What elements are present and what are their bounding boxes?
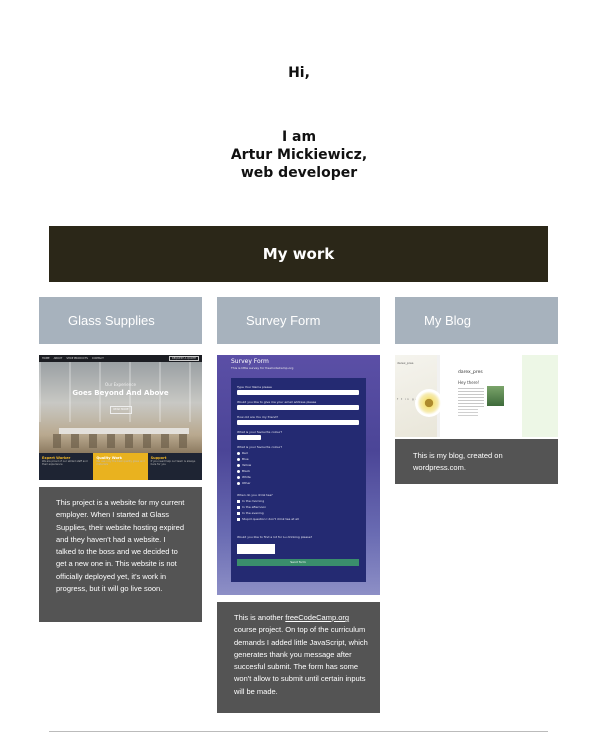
project-thumbnail-glass-supplies[interactable]: HOME ABOUT SHOP PRODUCTS CONTACT REQUEST…	[39, 355, 202, 480]
form-radio: White	[237, 475, 251, 479]
thumb-features: Expert Worker We are proud of our skilled…	[39, 453, 202, 480]
feature-text: If you need help our team is always here…	[150, 460, 196, 466]
description-text: This is another	[234, 613, 286, 622]
my-work-banner: My work	[49, 226, 548, 282]
intro-heading: I am Artur Mickiewicz, web developer	[0, 128, 598, 182]
thumb-nav-item: ABOUT	[53, 357, 63, 360]
flower-image	[415, 389, 443, 417]
thumb-nav-cta: REQUEST A QUOTE	[169, 356, 199, 361]
blog-thumb-post-title: Hey there!	[458, 380, 480, 385]
form-label: What is your favourite colour?	[237, 430, 283, 434]
project-title-my-blog[interactable]: My Blog	[395, 297, 558, 344]
intro-line-2: Artur Mickiewicz,	[230, 147, 368, 163]
project-title-glass-supplies[interactable]: Glass Supplies	[39, 297, 202, 344]
blog-post-image	[487, 386, 504, 406]
form-radio: Yellow	[237, 463, 251, 467]
form-radio: Blue	[237, 457, 249, 461]
project-description-survey-form: This is another freeCodeCamp.org course …	[217, 602, 380, 713]
thumb-hero: Our Experience Goes Beyond And Above REA…	[39, 362, 202, 453]
blog-thumb-sidebar-name: darex_pres	[397, 361, 414, 365]
project-description-my-blog: This is my blog, created on wordpress.co…	[395, 439, 558, 484]
survey-thumb-title: Survey Form	[231, 358, 269, 365]
project-thumbnail-survey-form[interactable]: Survey Form This is little survey for fr…	[217, 355, 380, 595]
intro-line-3: web developer	[240, 165, 358, 181]
intro-line-1: I am	[281, 129, 317, 145]
thumb-nav-item: CONTACT	[91, 357, 104, 360]
greeting: Hi,	[288, 65, 310, 81]
thumb-hero-button: READ MORE	[110, 406, 132, 414]
description-text: course project. On top of the curriculum…	[234, 625, 368, 696]
form-label: How old are You my friend?	[237, 415, 278, 419]
project-description-glass-supplies: This project is a website for my current…	[39, 487, 202, 622]
form-checkbox: In the evening	[237, 511, 264, 515]
form-radio: Red	[237, 451, 248, 455]
form-label: Type Your Name please	[237, 385, 272, 389]
project-thumbnail-my-blog[interactable]: darex_pres f t in g+ darex_pres Hey ther…	[395, 355, 558, 437]
thumb-hero-sub: Our Experience	[105, 382, 136, 387]
thumb-nav-item: SHOP PRODUCTS	[66, 357, 88, 360]
form-label: Would you like to find a lot for Lu drin…	[237, 535, 313, 539]
project-card-glass-supplies: Glass Supplies HOME ABOUT SHOP PRODUCTS …	[39, 297, 202, 622]
form-label: Would you like to give me your email add…	[237, 400, 317, 404]
thumb-hero-title: Goes Beyond And Above	[72, 389, 169, 397]
form-label: What is your favourite colour?	[237, 445, 283, 449]
freecodecamp-link[interactable]: freeCodeCamp.org	[285, 613, 349, 622]
footer-divider	[49, 731, 548, 732]
project-title-survey-form[interactable]: Survey Form	[217, 297, 380, 344]
form-radio: Black	[237, 469, 250, 473]
survey-thumb-form: Type Your Name please Would you like to …	[231, 378, 366, 582]
project-card-survey-form: Survey Form Survey Form This is little s…	[217, 297, 380, 713]
feature-text: We use only the best quality glass and m…	[96, 460, 145, 466]
feature-text: We are proud of our skilled staff and th…	[42, 460, 88, 466]
form-checkbox: Stupid question I don't drink tea at all	[237, 517, 299, 521]
blog-thumb-site-name: darex_pres	[458, 370, 483, 375]
form-radio: Other	[237, 481, 251, 485]
form-checkbox: In the afternoon	[237, 505, 266, 509]
survey-thumb-subtitle: This is little survey for freeCodeCamp.o…	[231, 366, 294, 370]
section-title: My work	[262, 245, 335, 263]
form-label: When do you drink tea?	[237, 493, 273, 497]
thumb-nav-item: HOME	[42, 357, 50, 360]
form-checkbox: In the morning	[237, 499, 264, 503]
thumb-nav: HOME ABOUT SHOP PRODUCTS CONTACT REQUEST…	[39, 355, 202, 362]
survey-thumb-button: Send form	[237, 559, 359, 566]
project-card-my-blog: My Blog darex_pres f t in g+ darex_pres …	[395, 297, 558, 484]
